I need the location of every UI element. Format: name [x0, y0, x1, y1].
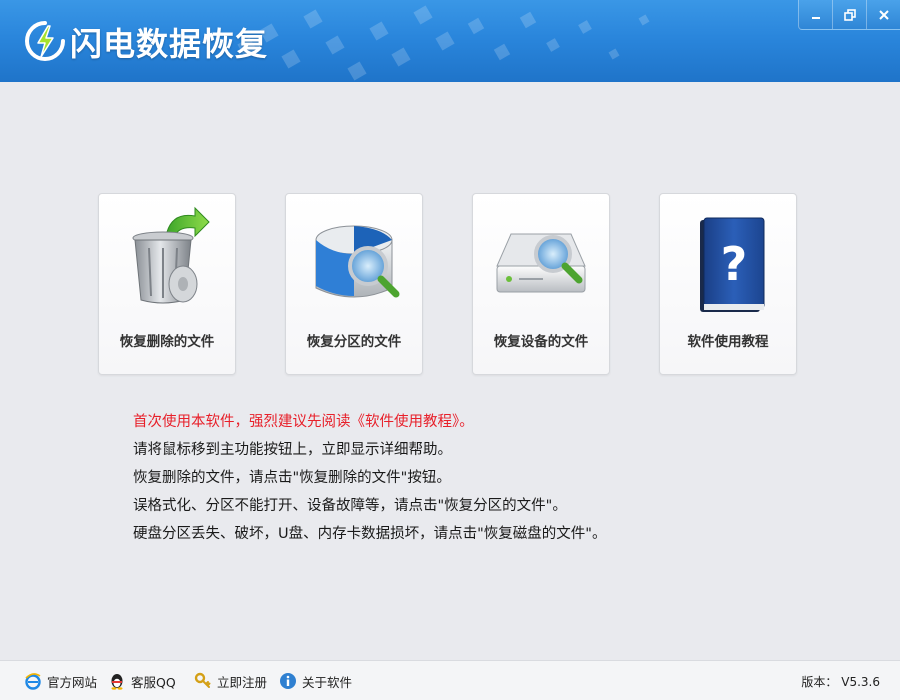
partition-search-icon — [315, 225, 400, 298]
card-label: 恢复分区的文件 — [306, 334, 402, 350]
qq-penguin-icon — [111, 674, 123, 690]
card-label: 软件使用教程 — [687, 334, 769, 350]
link-label: 立即注册 — [217, 674, 268, 690]
close-button[interactable] — [866, 0, 900, 30]
about-software-link[interactable]: 关于软件 — [279, 671, 352, 691]
version-label: 版本： — [801, 675, 838, 689]
app-title: 闪电数据恢复 — [70, 25, 269, 63]
version-number: V5.3.6 — [841, 675, 880, 689]
ie-browser-icon — [25, 673, 41, 690]
card-label: 恢复删除的文件 — [119, 334, 215, 350]
key-icon — [194, 672, 211, 688]
recover-deleted-files-button[interactable]: 恢复删除的文件 — [98, 193, 236, 375]
title-bar[interactable]: 闪电数据恢复 — [0, 0, 900, 82]
official-website-link[interactable]: 官方网站 — [24, 671, 97, 691]
recycle-bin-restore-icon — [132, 206, 210, 304]
restore-button[interactable] — [832, 0, 866, 30]
main-function-cards: 恢复删除的文件 恢复分区的文件 恢复设备的文件 ? 软件使用教程 — [98, 193, 798, 375]
help-line: 误格式化、分区不能打开、设备故障等，请点击"恢复分区的文件"。 — [133, 498, 567, 514]
card-label: 恢复设备的文件 — [493, 334, 589, 350]
close-icon — [878, 9, 889, 20]
device-search-icon — [496, 233, 586, 293]
status-bar: 官方网站 客服QQ 立即注册 关于软件 版本： V5.3.6 — [0, 660, 900, 700]
link-label: 关于软件 — [302, 674, 353, 690]
lightning-logo-icon — [25, 21, 65, 61]
help-line: 恢复删除的文件，请点击"恢复删除的文件"按钮。 — [133, 470, 451, 486]
tutorial-recommendation: 首次使用本软件，强烈建议先阅读《软件使用教程》。 — [133, 414, 474, 430]
app-window: 闪电数据恢复 恢复删除的文件 恢复分区的文件 恢复设备的文件 ? 软件使用教程 … — [0, 0, 900, 700]
minimize-button[interactable] — [798, 0, 832, 30]
minimize-icon — [811, 16, 820, 19]
link-label: 官方网站 — [47, 674, 98, 690]
recover-partition-files-button[interactable]: 恢复分区的文件 — [285, 193, 423, 375]
link-label: 客服QQ — [131, 674, 176, 690]
restore-icon — [843, 8, 856, 21]
info-icon — [280, 673, 296, 689]
help-line: 请将鼠标移到主功能按钮上，立即显示详细帮助。 — [133, 442, 452, 458]
help-text: 首次使用本软件，强烈建议先阅读《软件使用教程》。 请将鼠标移到主功能按钮上，立即… — [133, 408, 606, 548]
help-line: 硬盘分区丢失、破坏，U盘、内存卡数据损坏，请点击"恢复磁盘的文件"。 — [133, 526, 607, 542]
software-tutorial-button[interactable]: ? 软件使用教程 — [659, 193, 797, 375]
customer-service-qq-link[interactable]: 客服QQ — [108, 671, 176, 691]
titlebar-decoration — [237, 5, 650, 81]
svg-text:?: ? — [721, 237, 748, 291]
window-controls — [798, 0, 900, 30]
version-info: 版本： V5.3.6 — [801, 673, 880, 690]
register-now-link[interactable]: 立即注册 — [194, 671, 267, 691]
help-book-icon: ? — [700, 217, 765, 312]
recover-device-files-button[interactable]: 恢复设备的文件 — [472, 193, 610, 375]
